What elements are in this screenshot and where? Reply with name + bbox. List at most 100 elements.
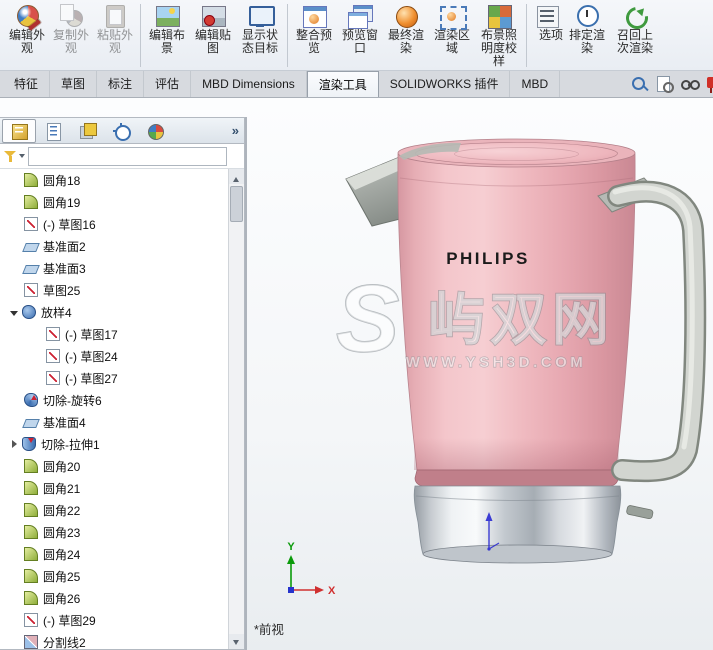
filter-input[interactable] [28,146,227,166]
tree-item[interactable]: 圆角22 [0,499,228,521]
fillet-icon [24,459,38,473]
tree-item[interactable]: (-) 草图27 [0,367,228,389]
tree-item[interactable]: 基准面2 [0,235,228,257]
tab-mbd[interactable]: MBD [510,71,561,97]
integrated-preview-button[interactable]: 整合预览 [291,1,337,55]
fillet-icon [24,547,38,561]
tab-sketch[interactable]: 草图 [50,71,98,97]
options-button[interactable]: 选项 [530,1,564,42]
tree-item[interactable]: 分割线2 [0,631,228,649]
fillet-icon [24,195,38,209]
final-render-button[interactable]: 最终渲染 [383,1,429,55]
preview-window-button[interactable]: 预览窗口 [337,1,383,55]
scroll-down-button[interactable] [229,634,244,649]
render-tools-ribbon: 编辑外观 复制外观 粘贴外观 编辑布景 编辑贴图 显示状态目标 整合预览 预览窗… [0,0,713,71]
tree-item[interactable]: 圆角23 [0,521,228,543]
collapse-arrow-icon[interactable] [6,436,22,452]
tree-item[interactable]: 基准面4 [0,411,228,433]
tab-mbd-dimensions[interactable]: MBD Dimensions [191,71,307,97]
magnifier-doc-icon[interactable] [655,75,674,93]
display-state-target-button[interactable]: 显示状态目标 [236,1,284,55]
edit-appearance-button[interactable]: 编辑外观 [5,1,49,55]
sidebar-tab-displaymanager[interactable] [138,119,172,143]
tree-item[interactable]: 圆角20 [0,455,228,477]
tab-render-tools[interactable]: 渲染工具 [306,71,379,97]
tree-item[interactable]: 草图25 [0,279,228,301]
tab-evaluate[interactable]: 评估 [144,71,192,97]
sidebar-tab-featuremanager[interactable] [2,118,36,143]
filter-funnel-icon[interactable] [4,150,16,163]
tree-item[interactable]: 基准面3 [0,257,228,279]
render-region-button[interactable]: 渲染区域 [429,1,475,55]
revolve-cut-icon [24,393,38,407]
fillet-icon [24,569,38,583]
kettle-base[interactable] [413,469,622,564]
panel-splitter[interactable] [245,117,247,650]
kettle-lid[interactable] [397,138,636,168]
render-region-icon [439,4,467,30]
fillet-icon [24,525,38,539]
fillet-icon [24,591,38,605]
tree-item[interactable]: (-) 草图16 [0,213,228,235]
scroll-thumb[interactable] [230,186,243,222]
tab-features[interactable]: 特征 [3,71,51,97]
scroll-up-button[interactable] [229,169,244,184]
tree-item[interactable]: 切除-旋转6 [0,389,228,411]
tab-annotation[interactable]: 标注 [97,71,145,97]
ribbon-separator [140,4,141,67]
sidebar-tab-configurationmanager[interactable] [70,119,104,143]
sketch-icon [24,283,38,297]
featuremanager-icon [10,122,28,140]
edit-scene-button[interactable]: 编辑布景 [144,1,190,55]
search-icon[interactable] [630,75,648,93]
tree-item[interactable]: 圆角26 [0,587,228,609]
schedule-render-button[interactable]: 排定渲染 [564,1,610,55]
y-axis-label: Y [287,541,295,553]
tree-item[interactable]: 放样4 [0,301,228,323]
tree-item[interactable]: 圆角25 [0,565,228,587]
edit-appearance-icon [14,4,40,28]
tree-item[interactable]: 切除-拉伸1 [0,433,228,455]
schedule-render-icon [574,4,600,28]
sidebar-tab-dimxpertmanager[interactable] [104,119,138,143]
solidworks-window: 编辑外观 复制外观 粘贴外观 编辑布景 编辑贴图 显示状态目标 整合预览 预览窗… [0,0,713,650]
tree-item[interactable]: (-) 草图24 [0,345,228,367]
tree-scrollbar[interactable] [228,169,244,649]
loft-icon [22,305,36,319]
integrated-preview-icon [301,4,327,28]
fillet-icon [24,173,38,187]
preview-window-icon [347,4,373,29]
pin-icon[interactable] [705,75,713,93]
expand-arrow-icon[interactable] [6,304,22,320]
tree-item[interactable]: 圆角19 [0,191,228,213]
sidebar-tab-propertymanager[interactable] [36,119,70,143]
tree-item[interactable]: 圆角21 [0,477,228,499]
plane-icon [22,418,40,428]
tree-item[interactable]: 圆角24 [0,543,228,565]
scene-illumination-proof-button[interactable]: 布景照明度校样 [475,1,523,68]
watermark-title: 屿双网 [428,288,614,352]
commandmanager-tabbar: 特征 草图 标注 评估 MBD Dimensions 渲染工具 SOLIDWOR… [0,71,713,98]
power-connector [626,505,654,520]
tab-solidworks-addins[interactable]: SOLIDWORKS 插件 [379,71,511,97]
tree-item[interactable]: 圆角18 [0,169,228,191]
tree-item[interactable]: (-) 草图29 [0,609,228,631]
tree-filter [0,144,244,169]
tree-item[interactable]: (-) 草图17 [0,323,228,345]
glasses-icon[interactable] [680,75,700,93]
watermark-logo: S [336,266,399,372]
x-axis-label: X [328,585,336,597]
copy-appearance-button: 复制外观 [49,1,93,55]
configurationmanager-icon [78,122,97,140]
extrude-cut-icon [22,437,36,451]
recall-last-render-button[interactable]: 召回上次渲染 [610,1,660,55]
options-icon [534,4,560,28]
paste-appearance-button: 粘贴外观 [93,1,137,55]
view-orientation-label: *前视 [254,622,284,637]
panel-expand-chevron[interactable]: » [232,123,239,138]
brand-text: PHILIPS [446,249,530,268]
plane-icon [22,264,40,274]
filter-caret-icon[interactable] [19,154,25,161]
edit-decal-button[interactable]: 编辑贴图 [190,1,236,55]
render-viewport[interactable]: PHILIPS S 屿双网 WWW.YSH3D.COM Y X *前视 [246,98,713,650]
